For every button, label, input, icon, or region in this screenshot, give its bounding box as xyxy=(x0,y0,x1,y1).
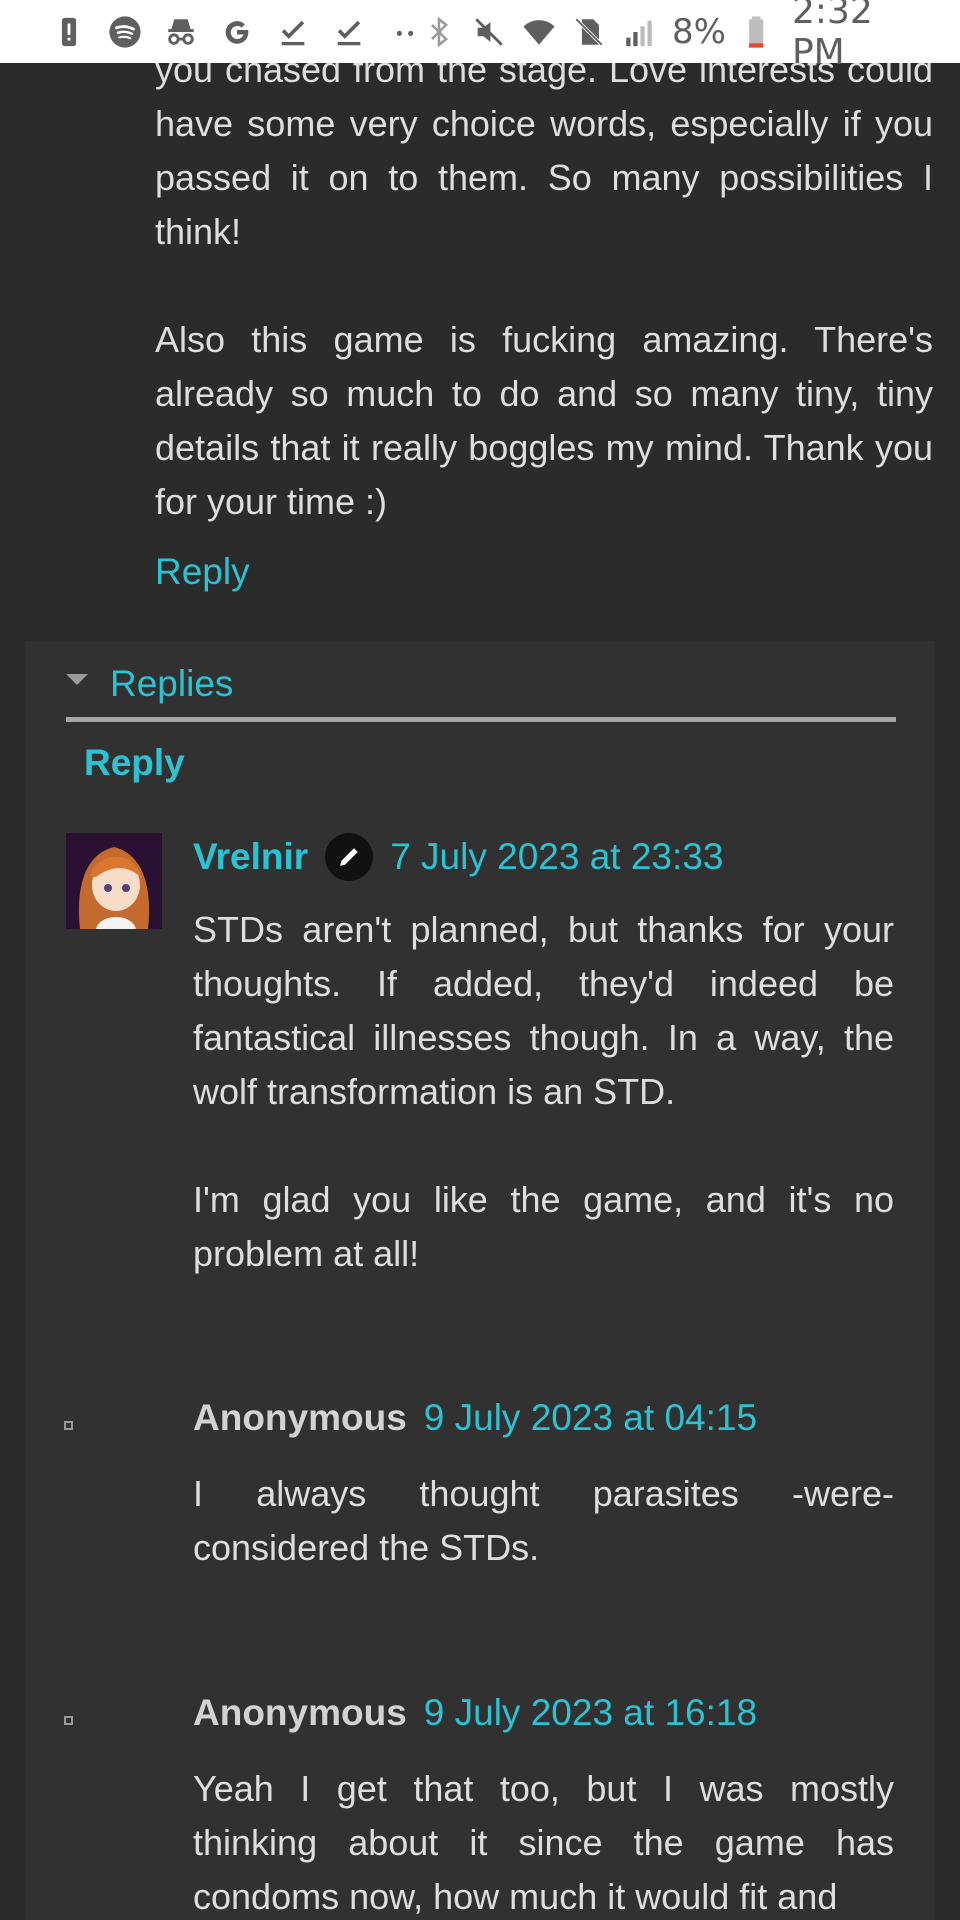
reply-link[interactable]: Reply xyxy=(155,551,250,593)
comment-paragraph: you chased from the stage. Love interest… xyxy=(155,63,933,252)
author-name[interactable]: Vrelnir xyxy=(193,836,308,878)
avatar-placeholder-icon xyxy=(64,1421,73,1430)
download-done-icon xyxy=(332,15,366,49)
comment-header: Anonymous 9 July 2023 at 04:15 xyxy=(193,1397,757,1439)
blog-author-pencil-icon xyxy=(325,833,374,881)
comment-body: Yeah I get that too, but I was mostly th… xyxy=(193,1762,894,1920)
divider xyxy=(66,717,896,722)
download-done-icon xyxy=(276,15,310,49)
comment-date-link[interactable]: 9 July 2023 at 16:18 xyxy=(424,1692,757,1734)
comment-body: I always thought parasites -were-conside… xyxy=(193,1467,894,1575)
comment-header: Anonymous 9 July 2023 at 16:18 xyxy=(193,1692,757,1734)
avatar-placeholder-icon xyxy=(64,1716,73,1725)
battery-percent: 8% xyxy=(672,11,726,52)
author-name: Anonymous xyxy=(193,1397,407,1438)
comment-body: STDs aren't planned, but thanks for your… xyxy=(193,903,894,1281)
battery-icon xyxy=(742,15,776,49)
alert-icon xyxy=(52,15,86,49)
avatar[interactable] xyxy=(66,833,162,929)
replies-toggle[interactable]: Replies xyxy=(66,663,233,705)
status-bar-notifications xyxy=(0,15,422,49)
clock: 2:32 PM xyxy=(791,0,873,73)
comment-header: Vrelnir 7 July 2023 at 23:33 xyxy=(193,833,723,881)
comment-date-link[interactable]: 7 July 2023 at 23:33 xyxy=(390,836,723,878)
comment-paragraph: I always thought parasites -were-conside… xyxy=(193,1473,894,1568)
comment-paragraph: I'm glad you like the game, and it's no … xyxy=(193,1179,894,1274)
signal-icon xyxy=(622,15,656,49)
reply-button[interactable]: Reply xyxy=(84,742,185,784)
collapse-triangle-icon xyxy=(66,673,88,685)
no-sim-icon xyxy=(572,15,606,49)
author-name: Anonymous xyxy=(193,1692,407,1733)
spotify-icon xyxy=(108,15,142,49)
more-dots-icon xyxy=(388,15,422,49)
wifi-icon xyxy=(522,15,556,49)
parent-comment: you chased from the stage. Love interest… xyxy=(155,63,933,593)
status-bar-system: 8% 2:32 PM xyxy=(422,0,960,73)
comment-paragraph: Also this game is fucking amazing. There… xyxy=(155,319,933,522)
bluetooth-icon xyxy=(422,15,456,49)
comment-paragraph: STDs aren't planned, but thanks for your… xyxy=(193,909,894,1112)
mute-icon xyxy=(472,15,506,49)
replies-label: Replies xyxy=(110,663,234,704)
comment-date-link[interactable]: 9 July 2023 at 04:15 xyxy=(424,1397,757,1439)
replies-panel: Replies Reply Vrelnir 7 July 2023 at 23:… xyxy=(26,641,934,1920)
status-bar: 8% 2:32 PM xyxy=(0,0,960,73)
comment-paragraph: Yeah I get that too, but I was mostly th… xyxy=(193,1768,894,1917)
google-icon xyxy=(220,15,254,49)
comment-thread: you chased from the stage. Love interest… xyxy=(0,63,960,1920)
incognito-icon xyxy=(164,15,198,49)
